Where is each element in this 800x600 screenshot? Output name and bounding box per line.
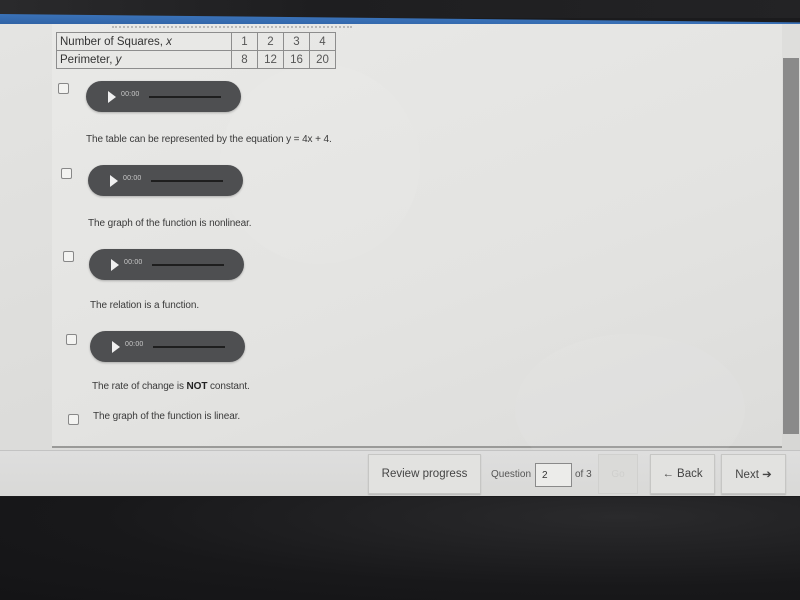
option-text: The graph of the function is linear. xyxy=(93,411,241,422)
question-prompt-faded xyxy=(112,26,352,30)
row-header: Perimeter, y xyxy=(56,50,232,69)
table-cell: 1 xyxy=(231,32,258,51)
table-cell: 2 xyxy=(257,32,284,51)
audio-player[interactable]: 00:00 xyxy=(88,165,243,196)
option-text: The graph of the function is nonlinear. xyxy=(88,218,252,229)
play-icon[interactable] xyxy=(111,259,119,271)
go-button[interactable]: Go xyxy=(598,454,638,494)
option-checkbox[interactable] xyxy=(58,83,69,94)
table-cell: 20 xyxy=(309,50,336,69)
table-row: Number of Squares, x 1 2 3 4 xyxy=(56,32,336,51)
audio-player[interactable]: 00:00 xyxy=(86,81,241,112)
audio-player[interactable]: 00:00 xyxy=(90,331,245,362)
review-progress-button[interactable]: Review progress xyxy=(368,454,481,494)
play-icon[interactable] xyxy=(110,175,118,187)
question-label: Question xyxy=(491,469,532,480)
audio-progress-track[interactable] xyxy=(153,346,225,348)
data-table: Number of Squares, x 1 2 3 4 Perimeter, … xyxy=(56,32,336,69)
table-cell: 8 xyxy=(231,50,258,69)
audio-progress-track[interactable] xyxy=(152,264,224,266)
option-text: The rate of change is NOT constant. xyxy=(92,381,250,392)
option-text: The relation is a function. xyxy=(90,300,200,311)
table-cell: 4 xyxy=(309,32,336,51)
audio-time: 00:00 xyxy=(123,175,142,182)
next-button[interactable]: Next ➔ xyxy=(721,454,786,494)
table-cell: 16 xyxy=(283,50,310,69)
table-cell: 3 xyxy=(283,32,310,51)
question-total-label: of 3 xyxy=(575,469,592,480)
audio-time: 00:00 xyxy=(124,259,143,266)
option-checkbox[interactable] xyxy=(63,251,74,262)
audio-progress-track[interactable] xyxy=(151,180,223,182)
table-row: Perimeter, y 8 12 16 20 xyxy=(56,50,336,69)
row-header: Number of Squares, x xyxy=(56,32,232,51)
audio-time: 00:00 xyxy=(125,341,144,348)
audio-player[interactable]: 00:00 xyxy=(89,249,244,280)
question-number-input[interactable] xyxy=(535,463,572,487)
audio-progress-track[interactable] xyxy=(149,96,221,98)
back-button[interactable]: ← Back xyxy=(650,454,715,494)
play-icon[interactable] xyxy=(112,341,120,353)
play-icon[interactable] xyxy=(108,91,116,103)
option-checkbox[interactable] xyxy=(66,334,77,345)
option-text: The table can be represented by the equa… xyxy=(86,134,332,145)
panel-scrollbar[interactable] xyxy=(783,58,799,434)
monitor-bezel-bottom xyxy=(0,497,800,600)
option-checkbox[interactable] xyxy=(61,168,72,179)
option-checkbox[interactable] xyxy=(68,414,79,425)
screen-glare xyxy=(220,64,420,264)
audio-time: 00:00 xyxy=(121,91,140,98)
table-cell: 12 xyxy=(257,50,284,69)
